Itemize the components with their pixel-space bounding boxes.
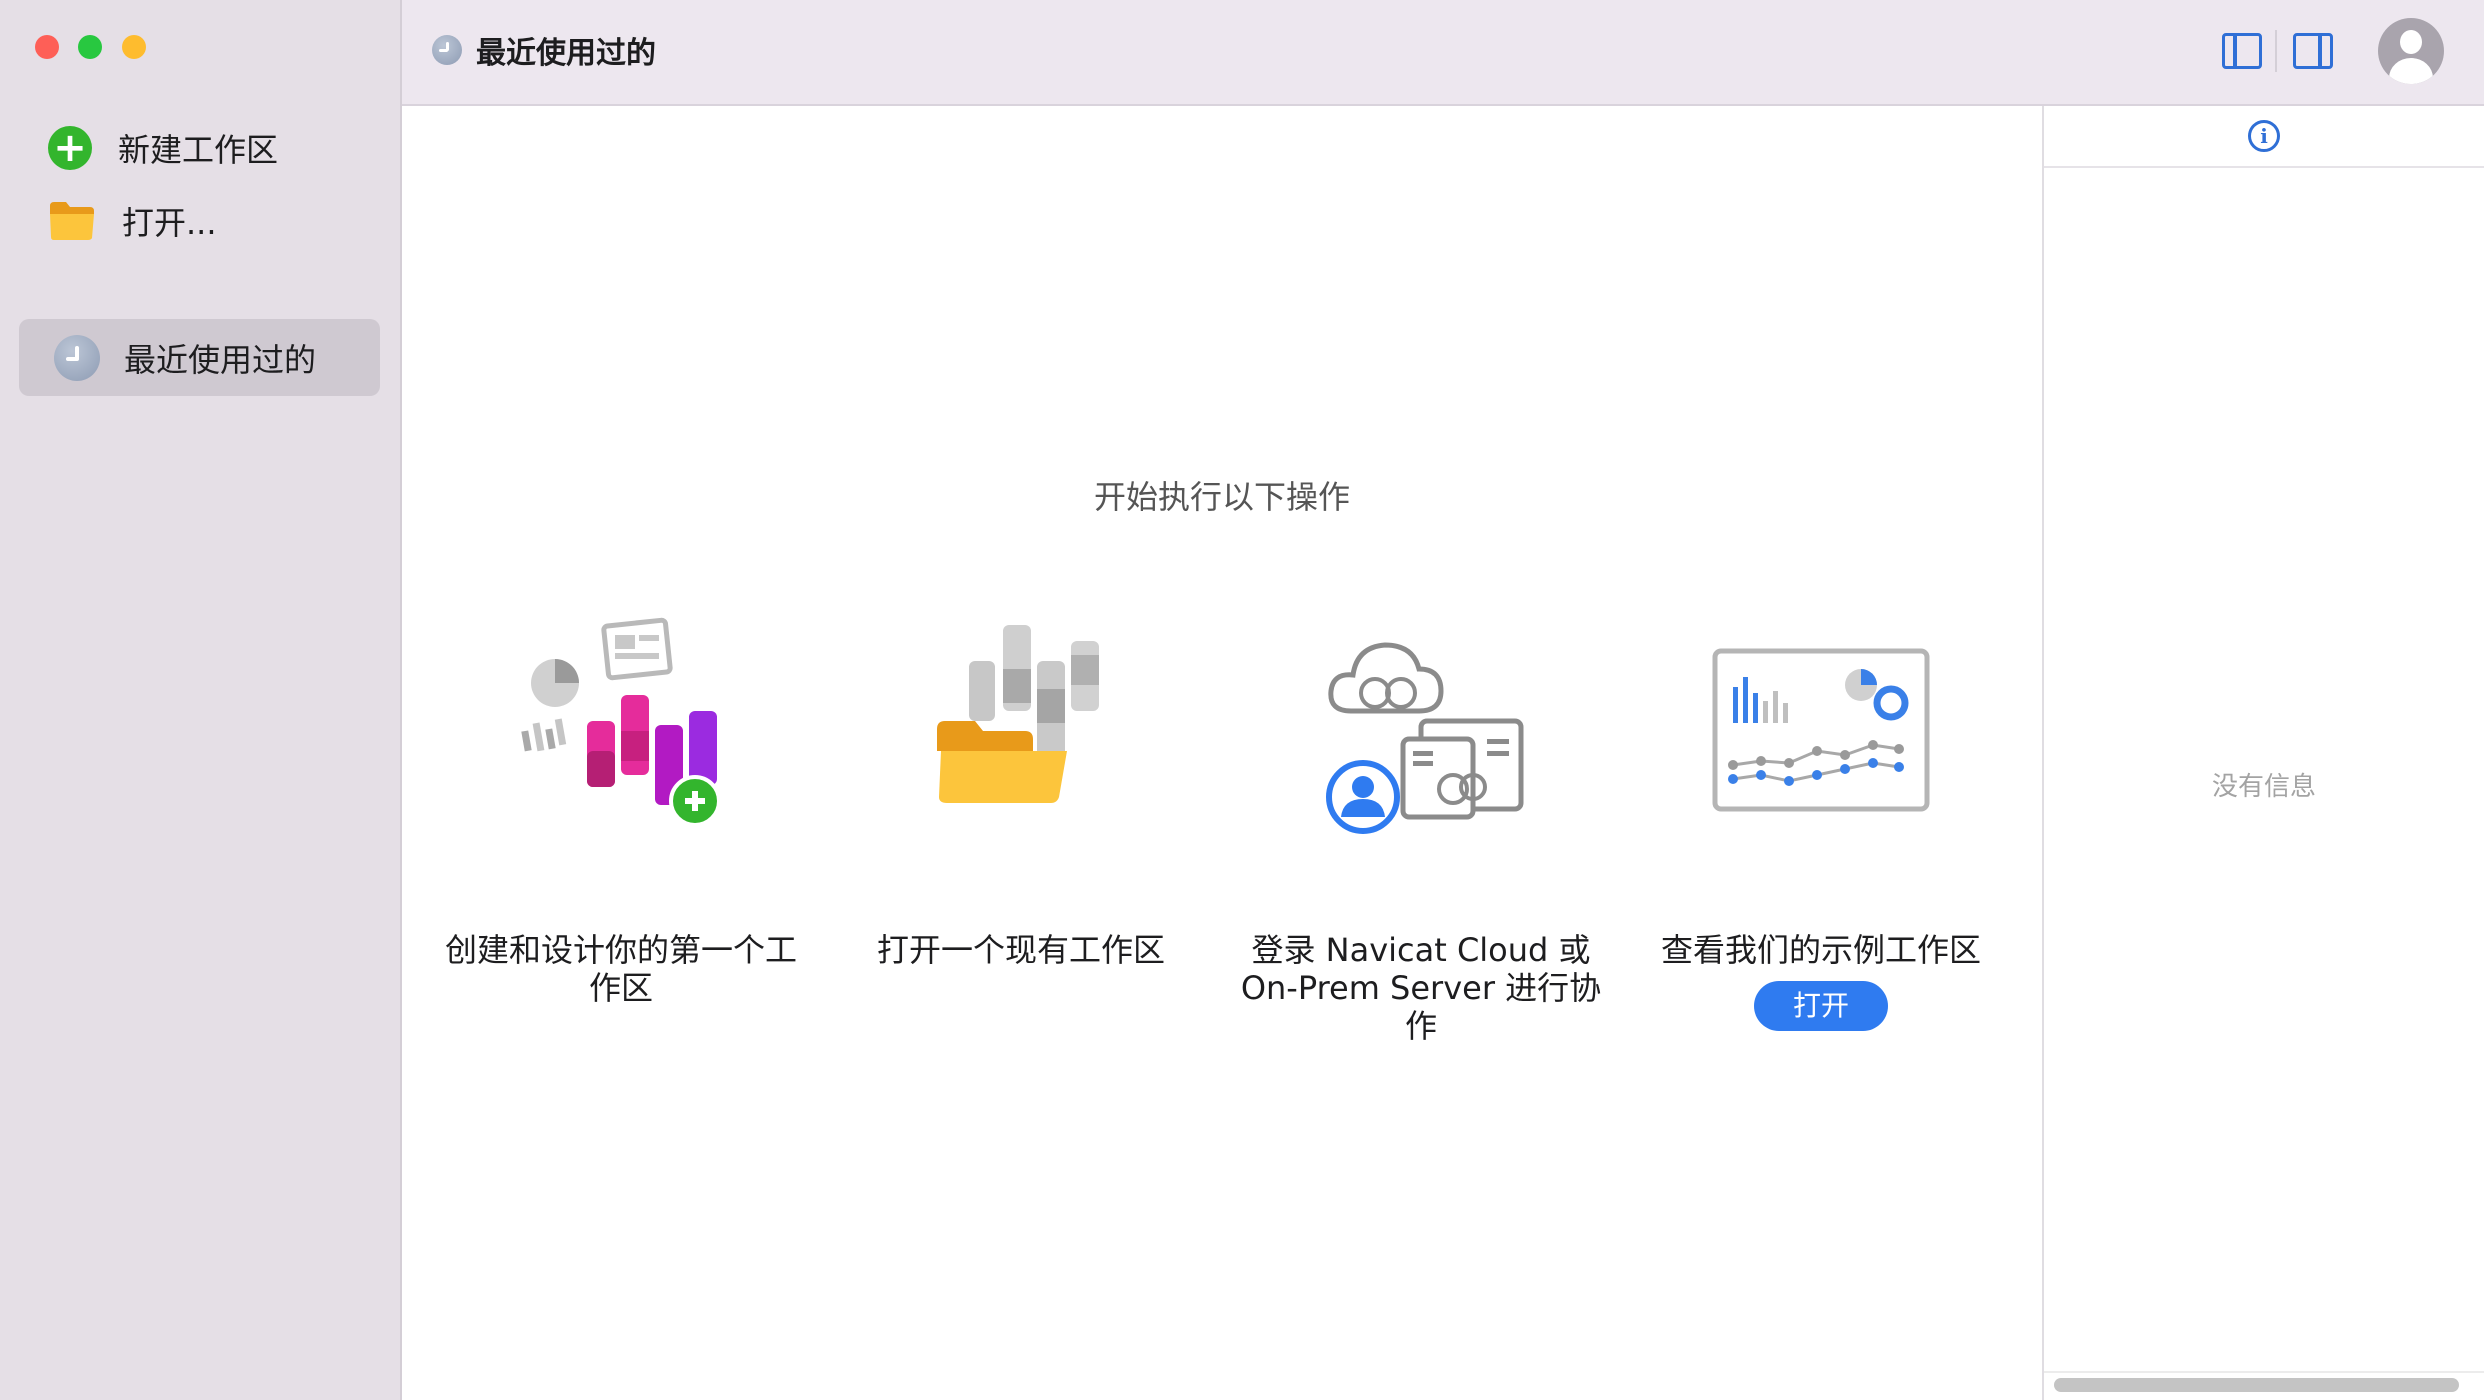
close-window-button[interactable] xyxy=(35,35,59,59)
sample-workspace-card: 查看我们的示例工作区 打开 xyxy=(1636,611,2006,1031)
empty-info-text: 没有信息 xyxy=(2211,772,2316,802)
chart-plus-icon xyxy=(521,617,721,827)
info-panel-header: i xyxy=(2044,106,2484,168)
open-button[interactable]: 打开... xyxy=(48,191,217,251)
avatar-body xyxy=(2389,58,2433,84)
main-content: 开始执行以下操作 创建和设计你的第一个工作区 打开一个现有工作区 登录 Navi… xyxy=(402,106,2042,1400)
open-workspace-illustration xyxy=(901,611,1141,851)
folder-chart-icon xyxy=(937,625,1099,803)
new-workspace-label: 新建工作区 xyxy=(118,131,279,169)
new-workspace-button[interactable]: + 新建工作区 xyxy=(48,118,278,178)
clock-icon xyxy=(432,35,462,65)
open-sample-button[interactable]: 打开 xyxy=(1754,981,1888,1031)
left-panel-icon xyxy=(2222,33,2262,69)
sidebar: + 新建工作区 打开... 最近使用过的 xyxy=(0,0,402,1400)
page-title: 最近使用过的 xyxy=(432,28,656,72)
create-workspace-illustration xyxy=(501,611,741,851)
cloud-login-card[interactable]: 登录 Navicat Cloud 或 On-Prem Server 进行协作 xyxy=(1236,611,1606,1045)
create-workspace-caption: 创建和设计你的第一个工作区 xyxy=(444,931,797,1007)
page-title-text: 最近使用过的 xyxy=(476,36,656,71)
toggle-right-panel-button[interactable] xyxy=(2293,33,2333,69)
right-panel-icon xyxy=(2293,33,2333,69)
user-avatar[interactable] xyxy=(2378,18,2444,84)
left-panel-icon-bar xyxy=(2233,36,2237,66)
scroll-track xyxy=(2044,1371,2484,1373)
open-workspace-card[interactable]: 打开一个现有工作区 xyxy=(836,611,1206,969)
open-label: 打开... xyxy=(122,204,217,242)
app-window: + 新建工作区 打开... 最近使用过的 最近使用过的 开始执行以下操作 创建和… xyxy=(0,0,2484,1400)
sidebar-item-recent-label: 最近使用过的 xyxy=(124,340,317,379)
toolbar-divider xyxy=(2275,30,2277,72)
sample-workspace-caption: 查看我们的示例工作区 xyxy=(1660,931,1981,969)
horizontal-scrollbar[interactable] xyxy=(2054,1378,2459,1392)
maximize-window-button[interactable] xyxy=(78,35,102,59)
folder-icon xyxy=(50,202,94,240)
info-icon[interactable]: i xyxy=(2248,120,2280,152)
sidebar-item-recent[interactable]: 最近使用过的 xyxy=(19,319,380,396)
toggle-left-panel-button[interactable] xyxy=(2222,33,2262,69)
clock-icon xyxy=(54,334,100,381)
sample-workspace-illustration xyxy=(1701,611,1941,851)
create-workspace-card[interactable]: 创建和设计你的第一个工作区 xyxy=(436,611,806,1007)
cloud-login-caption: 登录 Navicat Cloud 或 On-Prem Server 进行协作 xyxy=(1240,931,1602,1045)
cloud-login-illustration xyxy=(1301,611,1541,851)
toolbar: 最近使用过的 xyxy=(402,0,2484,106)
dashboard-icon xyxy=(1712,648,1930,812)
get-started-heading: 开始执行以下操作 xyxy=(1093,478,1350,516)
right-panel-icon-bar xyxy=(2318,36,2322,66)
info-panel: i 没有信息 xyxy=(2042,106,2484,1400)
open-workspace-caption: 打开一个现有工作区 xyxy=(876,931,1165,969)
minimize-window-button[interactable] xyxy=(122,35,146,59)
plus-icon: + xyxy=(48,126,92,170)
avatar-head xyxy=(2400,30,2422,54)
cloud-user-icon xyxy=(1326,642,1524,834)
